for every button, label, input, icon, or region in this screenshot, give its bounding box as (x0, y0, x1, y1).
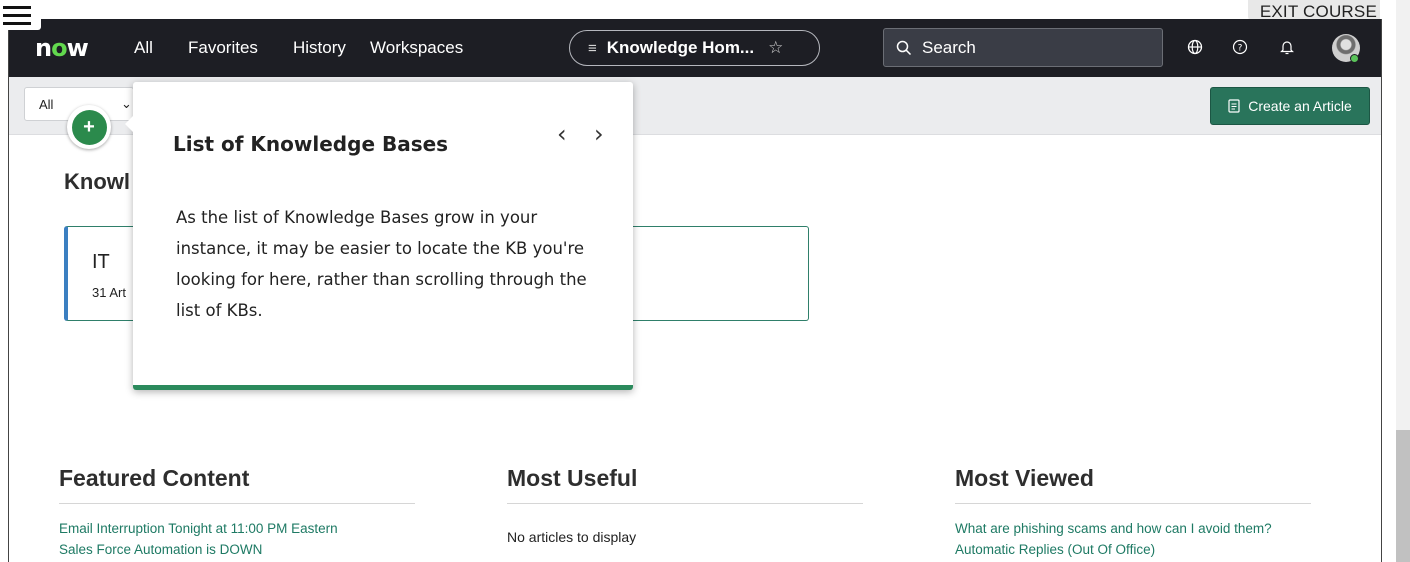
kb-card-name: IT (92, 251, 110, 273)
most-useful-empty: No articles to display (507, 529, 637, 545)
search-icon (896, 40, 912, 55)
popover-body: As the list of Knowledge Bases grow in y… (176, 208, 587, 320)
presence-indicator (1350, 54, 1359, 63)
knowledge-bases-heading: Knowl (64, 169, 130, 194)
most-viewed-section: Most Viewed What are phishing scams and … (955, 465, 1311, 560)
document-icon (1228, 99, 1240, 113)
guided-tour-popover: List of Knowledge Bases ‹ › As the list … (125, 82, 633, 390)
servicenow-logo[interactable]: now (35, 34, 89, 62)
nav-all[interactable]: All (134, 38, 153, 58)
nav-favorites[interactable]: Favorites (188, 38, 258, 58)
menu-line (3, 21, 31, 25)
nav-workspaces[interactable]: Workspaces (370, 38, 463, 58)
kb-card-count: 31 Art (92, 285, 126, 300)
most-useful-heading: Most Useful (507, 465, 863, 504)
featured-link[interactable]: Sales Force Automation is DOWN (59, 539, 415, 560)
featured-content-section: Featured Content Email Interruption Toni… (59, 465, 415, 560)
add-hotspot-button[interactable]: + (67, 105, 111, 149)
create-article-label: Create an Article (1248, 98, 1352, 114)
most-viewed-link[interactable]: Automatic Replies (Out Of Office) (955, 539, 1311, 560)
globe-icon[interactable] (1185, 37, 1205, 57)
popover-accent-bar (133, 385, 633, 390)
most-viewed-link[interactable]: What are phishing scams and how can I av… (955, 518, 1311, 539)
svg-text:?: ? (1238, 44, 1243, 54)
menu-line (3, 5, 31, 9)
search-input[interactable]: Search (883, 28, 1163, 67)
chevron-down-icon: ⌄ (121, 96, 132, 111)
app-frame: now All Favorites History Workspaces ≡ K… (8, 19, 1382, 562)
most-useful-section: Most Useful No articles to display (507, 465, 863, 545)
next-step-icon[interactable]: › (594, 120, 604, 148)
most-viewed-heading: Most Viewed (955, 465, 1311, 504)
scrollbar-thumb[interactable] (1396, 430, 1410, 562)
nav-history[interactable]: History (293, 38, 346, 58)
plus-icon: + (71, 109, 107, 145)
help-icon[interactable]: ? (1230, 37, 1250, 57)
context-pill-label: Knowledge Hom... (606, 38, 755, 57)
bell-icon[interactable] (1277, 37, 1297, 57)
previous-step-icon[interactable]: ‹ (557, 120, 567, 148)
star-icon[interactable]: ☆ (768, 38, 783, 58)
top-navbar: now All Favorites History Workspaces ≡ K… (9, 19, 1381, 77)
context-pill[interactable]: ≡ Knowledge Hom... ☆ (569, 30, 820, 66)
kb-filter-value: All (39, 97, 54, 112)
featured-content-heading: Featured Content (59, 465, 415, 504)
list-icon: ≡ (588, 39, 597, 57)
popover-title: List of Knowledge Bases (173, 132, 449, 156)
menu-line (3, 13, 31, 17)
create-article-button[interactable]: Create an Article (1210, 87, 1370, 125)
featured-link[interactable]: Email Interruption Tonight at 11:00 PM E… (59, 518, 415, 539)
course-menu-button[interactable] (1, 0, 41, 30)
search-placeholder: Search (922, 37, 976, 57)
page-scrollbar[interactable] (1396, 0, 1410, 562)
